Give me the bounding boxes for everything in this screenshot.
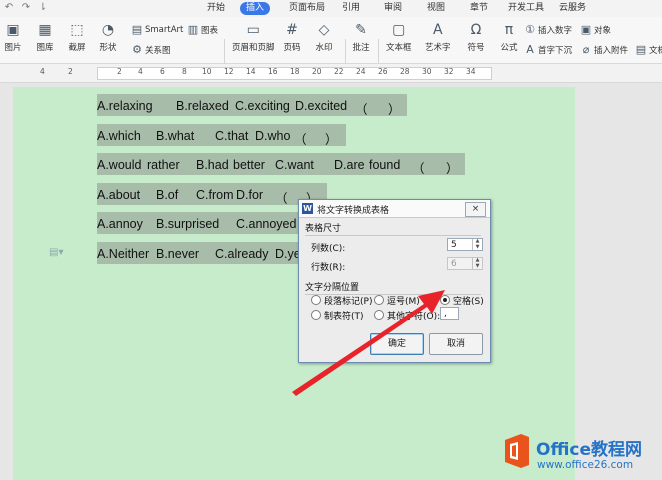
- office-logo-icon: [501, 432, 531, 470]
- logo-url: www.office26.com: [537, 459, 634, 471]
- office26-watermark: Office教程网 www.office26.com: [499, 430, 662, 480]
- logo-brand: Office教程网: [536, 440, 643, 460]
- red-pointer-arrow: [292, 290, 445, 396]
- arrow-shape: [292, 290, 445, 396]
